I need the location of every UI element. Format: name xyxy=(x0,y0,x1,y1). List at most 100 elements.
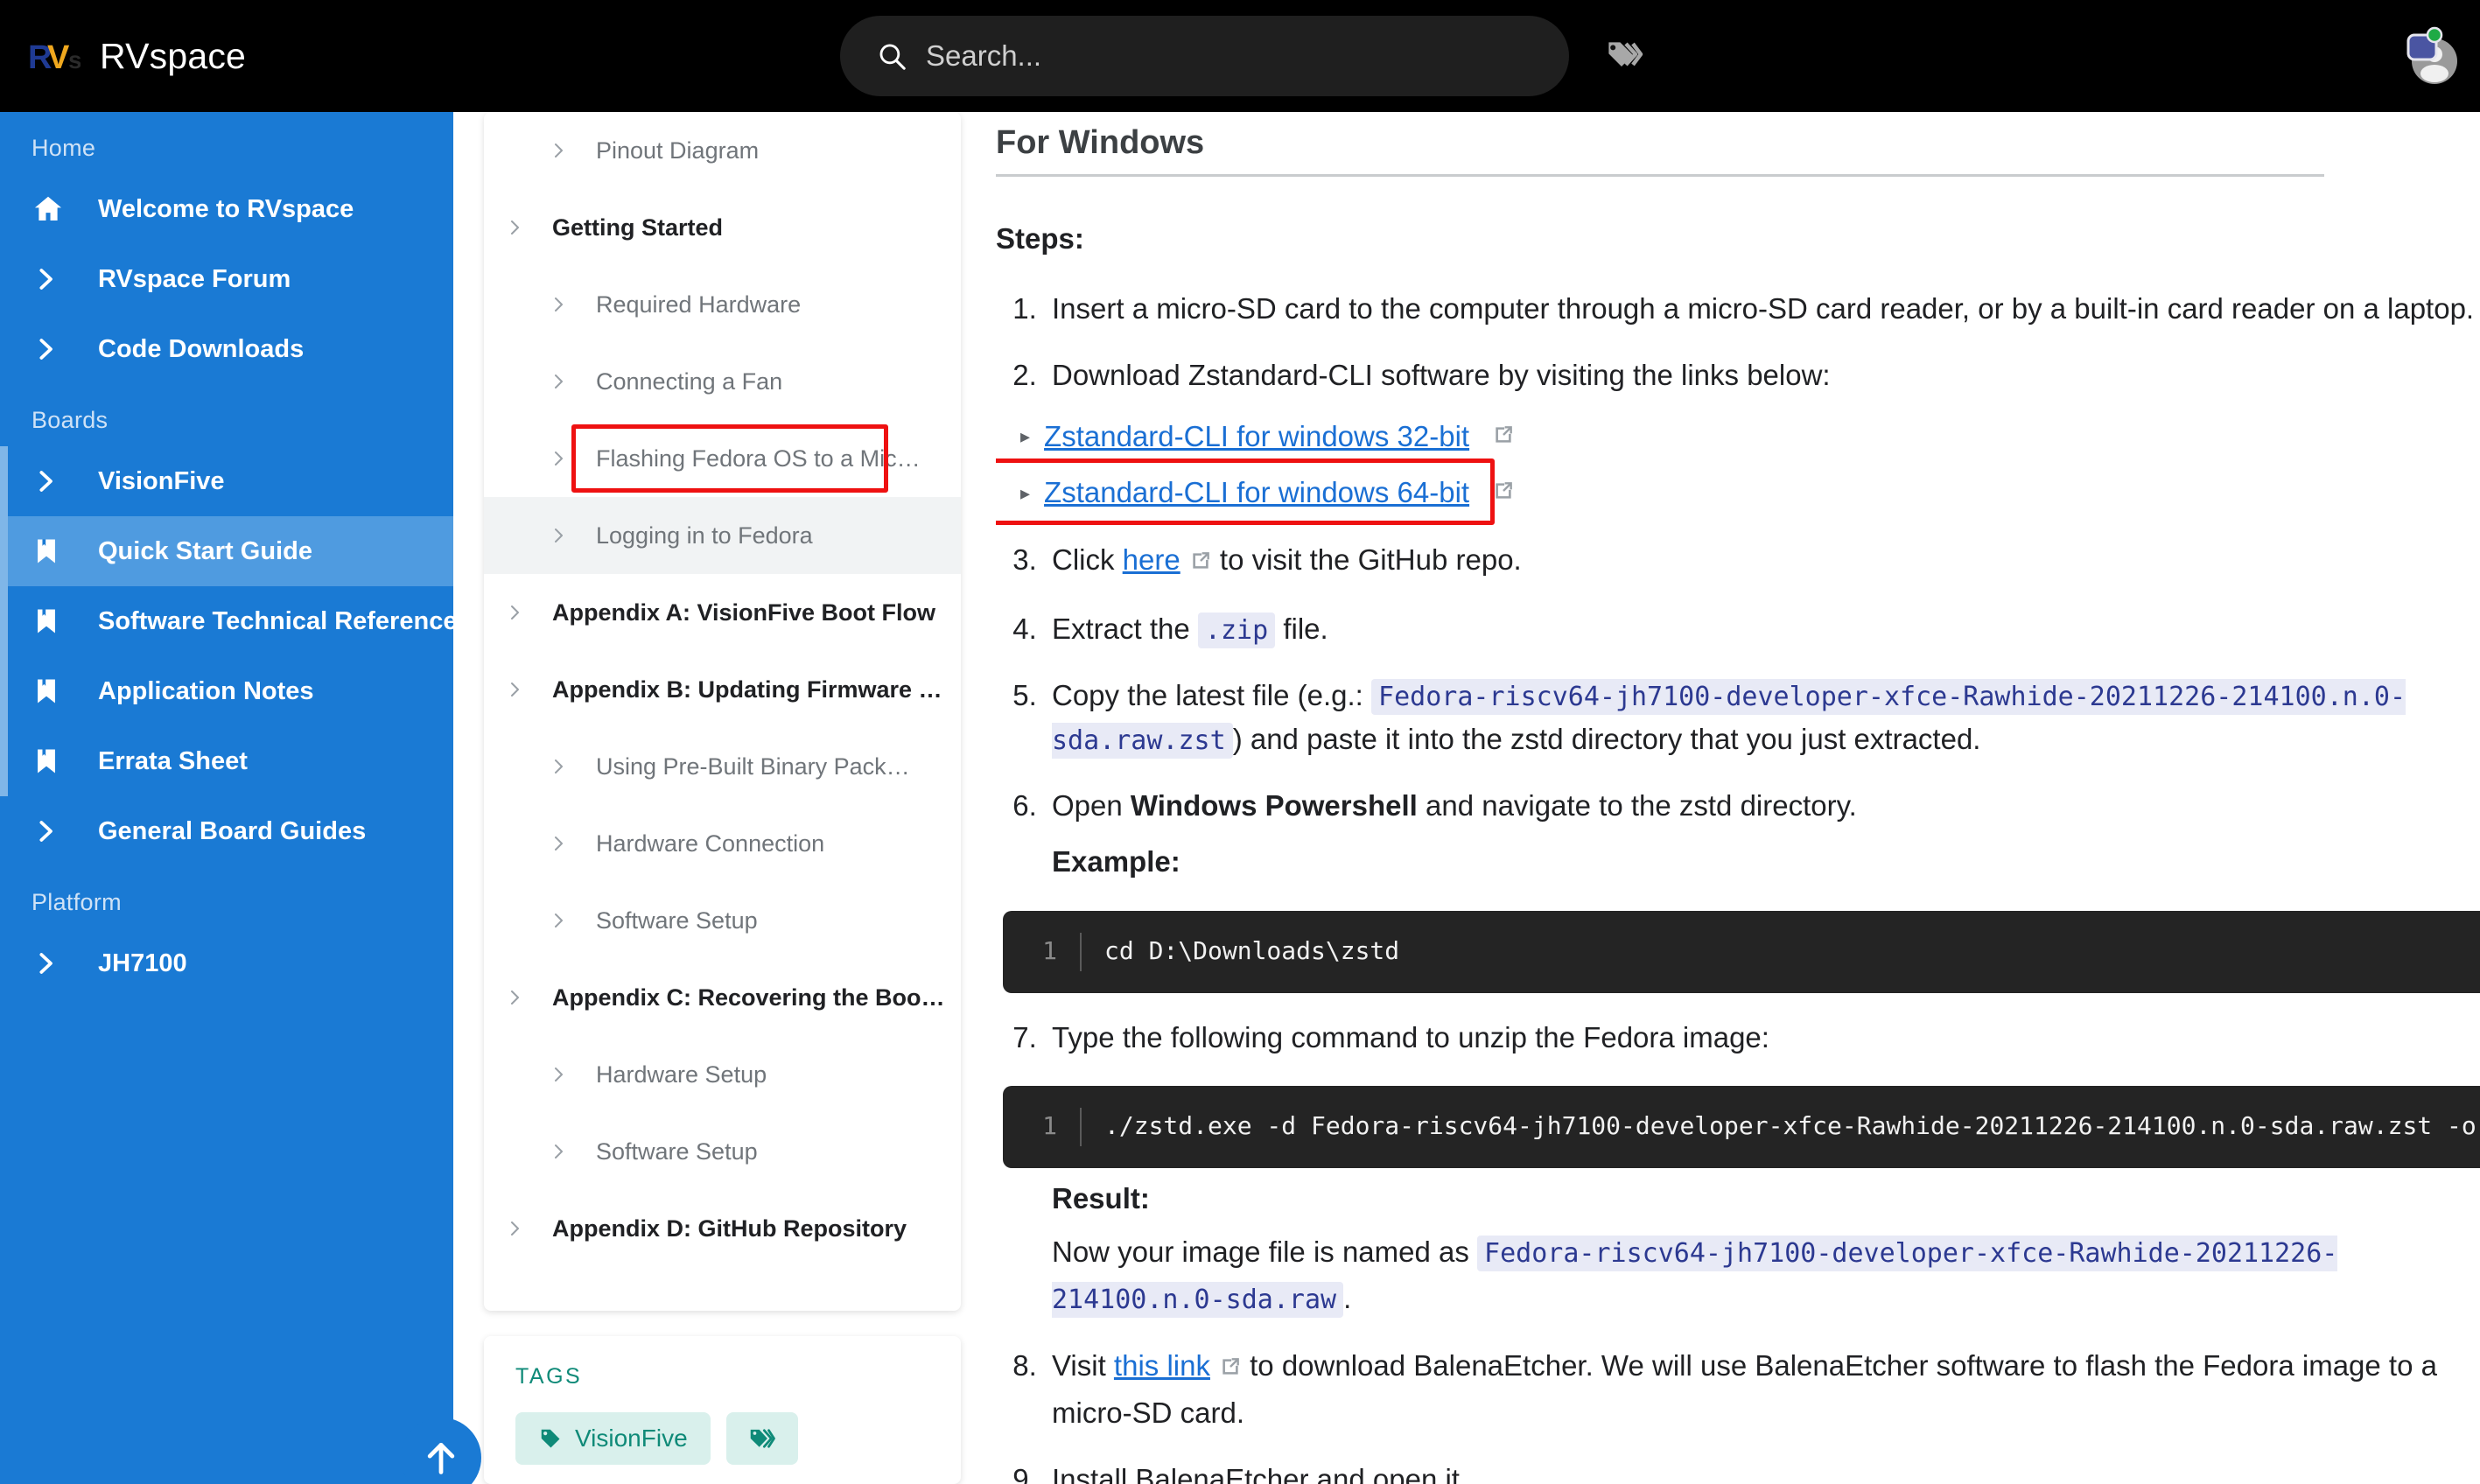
toc-item-label: Appendix D: GitHub Repository xyxy=(552,1214,907,1242)
sidebar-item-general-board-guides[interactable]: General Board Guides xyxy=(0,796,453,866)
book-icon xyxy=(32,536,72,566)
code-block-unzip[interactable]: 1 ./zstd.exe -d Fedora-riscv64-jh7100-de… xyxy=(1003,1085,2480,1168)
tag-chip-visionfive[interactable]: VisionFive xyxy=(515,1412,711,1465)
chevron-right-icon[interactable] xyxy=(547,1141,570,1162)
sidebar-item-rvspace-forum[interactable]: RVspace Forum xyxy=(0,244,453,314)
result-label: Result: xyxy=(1052,1181,1150,1214)
svg-text:V: V xyxy=(47,39,70,76)
example-label: Example: xyxy=(1052,845,1180,878)
chevron-right-icon[interactable] xyxy=(547,910,570,931)
chevron-right-icon xyxy=(32,467,72,495)
toc-item-appendix-b-updating-firmware[interactable]: Appendix B: Updating Firmware … xyxy=(484,651,961,728)
step-8-text-b: to download BalenaEtcher. We will use Ba… xyxy=(1052,1349,2437,1429)
chevron-right-icon[interactable] xyxy=(547,833,570,854)
search-box[interactable]: Search... xyxy=(840,16,1569,96)
book-icon xyxy=(32,676,72,706)
toc-item-software-setup[interactable]: Software Setup xyxy=(484,882,961,959)
brand[interactable]: R V s RVspace xyxy=(28,33,246,79)
chevron-right-icon xyxy=(32,949,72,977)
toc-item-appendix-c-recovering-the-boo[interactable]: Appendix C: Recovering the Boo… xyxy=(484,959,961,1036)
chevron-right-icon[interactable] xyxy=(547,756,570,777)
brand-title: RVspace xyxy=(100,35,247,76)
toc-item-using-pre-built-binary-pack[interactable]: Using Pre-Built Binary Pack… xyxy=(484,728,961,805)
sidebar-item-quick-start-guide[interactable]: Quick Start Guide xyxy=(0,516,453,586)
toc-item-connecting-a-fan[interactable]: Connecting a Fan xyxy=(484,343,961,420)
avatar[interactable] xyxy=(2385,19,2464,94)
toc-item-required-hardware[interactable]: Required Hardware xyxy=(484,266,961,343)
chevron-right-icon[interactable] xyxy=(547,1064,570,1085)
chevron-right-icon[interactable] xyxy=(547,448,570,469)
tag-chip-more[interactable] xyxy=(725,1412,798,1465)
toc-item-getting-started[interactable]: Getting Started xyxy=(484,189,961,266)
result-text-b: . xyxy=(1343,1281,1352,1314)
chevron-right-icon[interactable] xyxy=(503,679,526,700)
toc-item-label: Using Pre-Built Binary Pack… xyxy=(596,752,910,780)
left-sidebar[interactable]: Home Welcome to RVspace RVspace Forum Code … xyxy=(0,112,453,1484)
sidebar-item-welcome-to-rvspace[interactable]: Welcome to RVspace xyxy=(0,174,453,244)
step-4: Extract the .zip file. xyxy=(1045,607,2480,651)
chevron-right-icon[interactable] xyxy=(547,525,570,546)
toc-item-flashing-fedora-os-to-a-mic[interactable]: Flashing Fedora OS to a Mic… xyxy=(484,420,961,497)
rvspace-logo-icon: R V s xyxy=(28,39,81,76)
step-8: Visit this link to download BalenaEtcher… xyxy=(1045,1344,2480,1434)
toc-panel[interactable]: Pinout Diagram Getting Started Required Ha… xyxy=(484,112,961,1311)
toc-item-label: Software Setup xyxy=(596,906,758,934)
toc-item-label: Pinout Diagram xyxy=(596,136,760,164)
code-zip-extension: .zip xyxy=(1197,612,1276,648)
tags-card: TAGS VisionFive xyxy=(484,1336,961,1484)
chevron-right-icon[interactable] xyxy=(547,371,570,392)
step-6-text-a: Open xyxy=(1052,789,1131,822)
book-icon xyxy=(32,746,72,776)
code-gutter-divider xyxy=(1080,1107,1082,1146)
toc-item-pinout-diagram[interactable]: Pinout Diagram xyxy=(484,112,961,189)
sidebar-item-code-downloads[interactable]: Code Downloads xyxy=(0,314,453,384)
code-line-number: 1 xyxy=(1042,1111,1057,1141)
tags-more-icon xyxy=(750,1429,775,1448)
result-text-a: Now your image file is named as xyxy=(1052,1235,1478,1268)
download-link-64bit[interactable]: Zstandard-CLI for windows 64-bit xyxy=(1044,471,1469,514)
toc-item-label: Required Hardware xyxy=(596,290,802,318)
code-line-number: 1 xyxy=(1042,936,1057,966)
balenaetcher-download-link[interactable]: this link xyxy=(1114,1349,1210,1382)
tag-chip-label: VisionFive xyxy=(575,1424,688,1452)
search-input-placeholder[interactable]: Search... xyxy=(926,39,1041,73)
chevron-right-icon[interactable] xyxy=(503,602,526,623)
download-link-32bit[interactable]: Zstandard-CLI for windows 32-bit xyxy=(1044,415,1469,458)
toc-item-hardware-connection[interactable]: Hardware Connection xyxy=(484,805,961,882)
chevron-right-icon[interactable] xyxy=(547,140,570,161)
step-1: Insert a micro-SD card to the computer t… xyxy=(1045,287,2480,331)
github-repo-link[interactable]: here xyxy=(1123,543,1180,576)
scroll-to-top-button[interactable] xyxy=(401,1418,481,1484)
external-link-icon xyxy=(1189,541,1212,584)
sidebar-item-jh7100[interactable]: JH7100 xyxy=(0,928,453,998)
chevron-right-icon xyxy=(32,335,72,363)
step-3-text-b: to visit the GitHub repo. xyxy=(1211,542,1522,576)
chevron-right-icon[interactable] xyxy=(503,217,526,238)
result-body: Now your image file is named as Fedora-r… xyxy=(1052,1229,2480,1322)
external-link-icon xyxy=(1492,415,1515,458)
search-icon xyxy=(879,44,906,70)
sidebar-item-label: Quick Start Guide xyxy=(98,536,312,565)
chevron-right-icon[interactable] xyxy=(503,987,526,1008)
code-block-cd[interactable]: 1 cd D:\Downloads\zstd xyxy=(1003,910,2480,993)
chevron-right-icon[interactable] xyxy=(547,294,570,315)
chevron-right-icon xyxy=(32,265,72,293)
step-7-text: Type the following command to unzip the … xyxy=(1052,1020,1769,1054)
toc-item-label: Logging in to Fedora xyxy=(596,522,813,549)
chevron-right-icon[interactable] xyxy=(503,1218,526,1239)
sidebar-item-application-notes[interactable]: Application Notes xyxy=(0,656,453,726)
sidebar-item-errata-sheet[interactable]: Errata Sheet xyxy=(0,726,453,796)
page-root: R V s RVspace Search... Home Welcome to … xyxy=(0,0,2480,1484)
toc-item-logging-in-to-fedora[interactable]: Logging in to Fedora xyxy=(484,497,961,574)
sidebar-item-software-technical-reference[interactable]: Software Technical Reference... xyxy=(0,586,453,656)
toc-item-software-setup[interactable]: Software Setup xyxy=(484,1113,961,1190)
sidebar-item-label: General Board Guides xyxy=(98,816,367,845)
sidebar-section-platform: Platform xyxy=(32,889,122,915)
toc-item-appendix-a-visionfive-boot-flow[interactable]: Appendix A: VisionFive Boot Flow xyxy=(484,574,961,651)
toc-item-appendix-d-github-repository[interactable]: Appendix D: GitHub Repository xyxy=(484,1190,961,1267)
tag-chip-row: VisionFive xyxy=(515,1412,929,1465)
sidebar-item-visionfive[interactable]: VisionFive xyxy=(0,446,453,516)
toc-item-hardware-setup[interactable]: Hardware Setup xyxy=(484,1036,961,1113)
tags-icon[interactable] xyxy=(1601,35,1643,77)
step-5-text-a: Copy the latest file (e.g.: xyxy=(1052,678,1372,711)
